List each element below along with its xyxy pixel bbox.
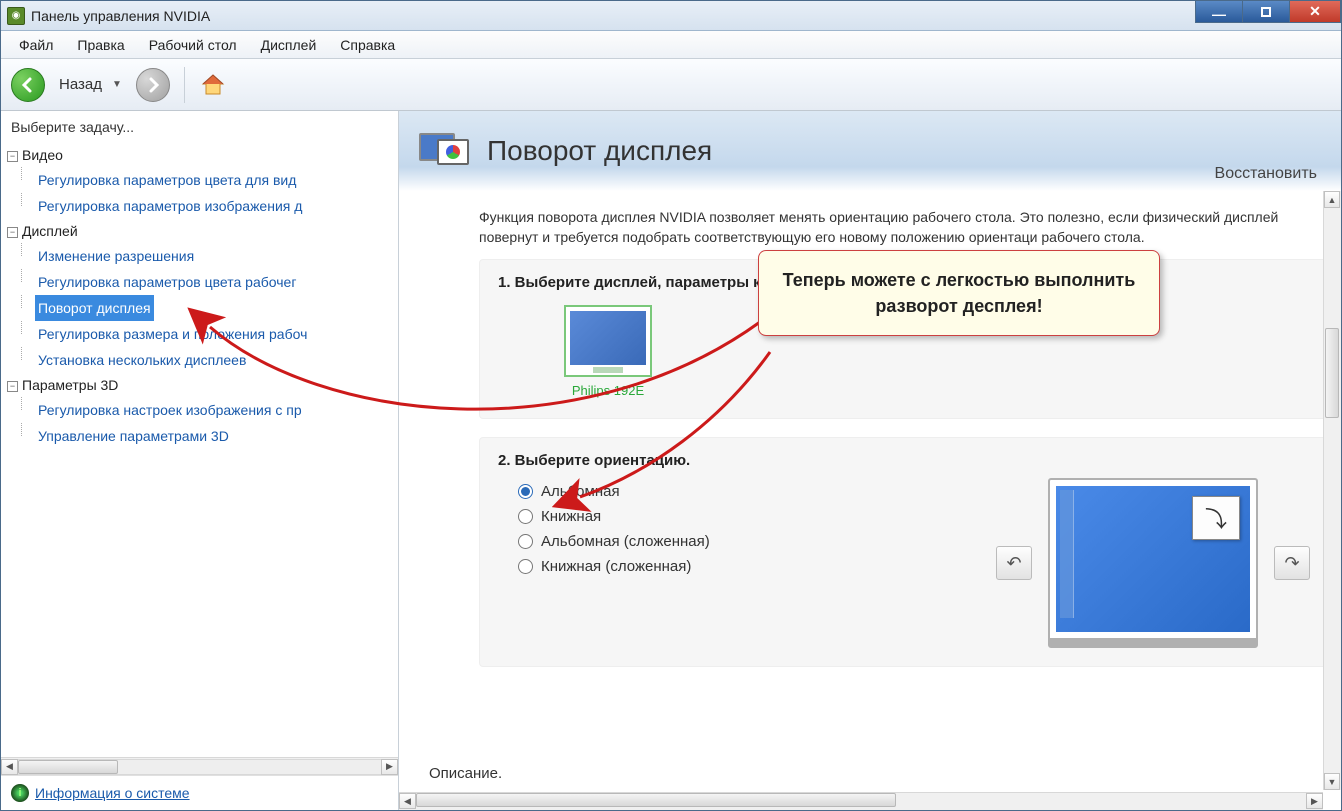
back-label: Назад <box>59 76 102 93</box>
page-header: Поворот дисплея Восстановить <box>399 111 1341 191</box>
right-v-scrollbar[interactable]: ▲ ▼ <box>1323 191 1341 790</box>
maximize-button[interactable] <box>1242 1 1290 23</box>
window-buttons <box>1196 1 1341 23</box>
tree-link-multi-display[interactable]: Установка нескольких дисплеев <box>35 347 249 373</box>
scroll-thumb[interactable] <box>416 793 896 807</box>
page-title: Поворот дисплея <box>487 135 712 167</box>
right-h-scrollbar[interactable]: ◀ ▶ <box>399 792 1323 810</box>
toolbar: Назад ▼ <box>1 59 1341 111</box>
menubar: Файл Правка Рабочий стол Дисплей Справка <box>1 31 1341 59</box>
display-label: Philips 192E <box>548 383 668 398</box>
titlebar[interactable]: ◉ Панель управления NVIDIA <box>1 1 1341 31</box>
scroll-right-icon[interactable]: ▶ <box>1306 793 1323 809</box>
tree-link-desktop-color[interactable]: Регулировка параметров цвета рабочег <box>35 269 299 295</box>
page-description: Функция поворота дисплея NVIDIA позволяе… <box>479 207 1341 247</box>
info-icon: i <box>11 784 29 802</box>
scroll-down-icon[interactable]: ▼ <box>1324 773 1340 790</box>
body: Выберите задачу... −Видео Регулировка па… <box>1 111 1341 810</box>
tree-cat-3d[interactable]: Параметры 3D <box>22 377 118 393</box>
close-button[interactable] <box>1289 1 1341 23</box>
tree-link-3d-manage[interactable]: Управление параметрами 3D <box>35 423 232 449</box>
tree-toggle-icon[interactable]: − <box>7 151 18 162</box>
back-dropdown-icon[interactable]: ▼ <box>112 79 122 90</box>
tree-cat-display[interactable]: Дисплей <box>22 223 78 239</box>
system-info-link[interactable]: Информация о системе <box>35 785 190 801</box>
tree-cat-video[interactable]: Видео <box>22 147 63 163</box>
tree-link-3d-preview[interactable]: Регулировка настроек изображения с пр <box>35 397 305 423</box>
forward-button[interactable] <box>136 68 170 102</box>
rotate-display-icon <box>419 129 471 173</box>
tree-link-size-position[interactable]: Регулировка размера и положения рабоч <box>35 321 310 347</box>
section-orientation: 2. Выберите ориентацию. Альбомная Книжна… <box>479 437 1331 667</box>
description-label: Описание. <box>429 765 502 782</box>
back-button[interactable] <box>11 68 45 102</box>
menu-help[interactable]: Справка <box>328 33 407 57</box>
step2-title: 2. Выберите ориентацию. <box>498 452 1312 469</box>
rotate-ccw-button[interactable]: ↶ <box>996 546 1032 580</box>
window-title: Панель управления NVIDIA <box>31 8 210 24</box>
display-thumbnail[interactable]: Philips 192E <box>548 305 668 398</box>
restore-link[interactable]: Восстановить <box>1215 165 1317 183</box>
toolbar-separator <box>184 67 185 103</box>
home-button[interactable] <box>199 70 231 100</box>
tree-link-rotate-display[interactable]: Поворот дисплея <box>35 295 154 321</box>
scroll-left-icon[interactable]: ◀ <box>399 793 416 809</box>
menu-file[interactable]: Файл <box>7 33 65 57</box>
left-h-scrollbar[interactable]: ◀ ▶ <box>1 757 398 775</box>
rotate-icon: ⤵ <box>1192 496 1240 540</box>
annotation-callout: Теперь можете с легкостью выполнить разв… <box>758 250 1160 336</box>
scroll-thumb[interactable] <box>1325 328 1339 418</box>
tree-link-video-color[interactable]: Регулировка параметров цвета для вид <box>35 167 299 193</box>
tree-toggle-icon[interactable]: − <box>7 381 18 392</box>
rotate-cw-button[interactable]: ↷ <box>1274 546 1310 580</box>
window: ◉ Панель управления NVIDIA Файл Правка Р… <box>0 0 1342 811</box>
task-panel-header: Выберите задачу... <box>1 111 398 141</box>
preview-area: ↶ ⤵ ↷ <box>996 478 1310 648</box>
task-tree: −Видео Регулировка параметров цвета для … <box>1 141 398 757</box>
system-info-link-row: i Информация о системе <box>1 775 398 810</box>
nvidia-icon: ◉ <box>7 7 25 25</box>
menu-desktop[interactable]: Рабочий стол <box>137 33 249 57</box>
preview-monitor: ⤵ <box>1048 478 1258 648</box>
tree-toggle-icon[interactable]: − <box>7 227 18 238</box>
scroll-up-icon[interactable]: ▲ <box>1324 191 1340 208</box>
tree-link-resolution[interactable]: Изменение разрешения <box>35 243 197 269</box>
minimize-button[interactable] <box>1195 1 1243 23</box>
menu-display[interactable]: Дисплей <box>249 33 329 57</box>
scroll-thumb[interactable] <box>18 760 118 774</box>
scroll-left-icon[interactable]: ◀ <box>1 759 18 775</box>
content-panel: Поворот дисплея Восстановить Функция пов… <box>399 111 1341 810</box>
tree-link-video-image[interactable]: Регулировка параметров изображения д <box>35 193 305 219</box>
scroll-right-icon[interactable]: ▶ <box>381 759 398 775</box>
menu-edit[interactable]: Правка <box>65 33 136 57</box>
task-panel: Выберите задачу... −Видео Регулировка па… <box>1 111 399 810</box>
